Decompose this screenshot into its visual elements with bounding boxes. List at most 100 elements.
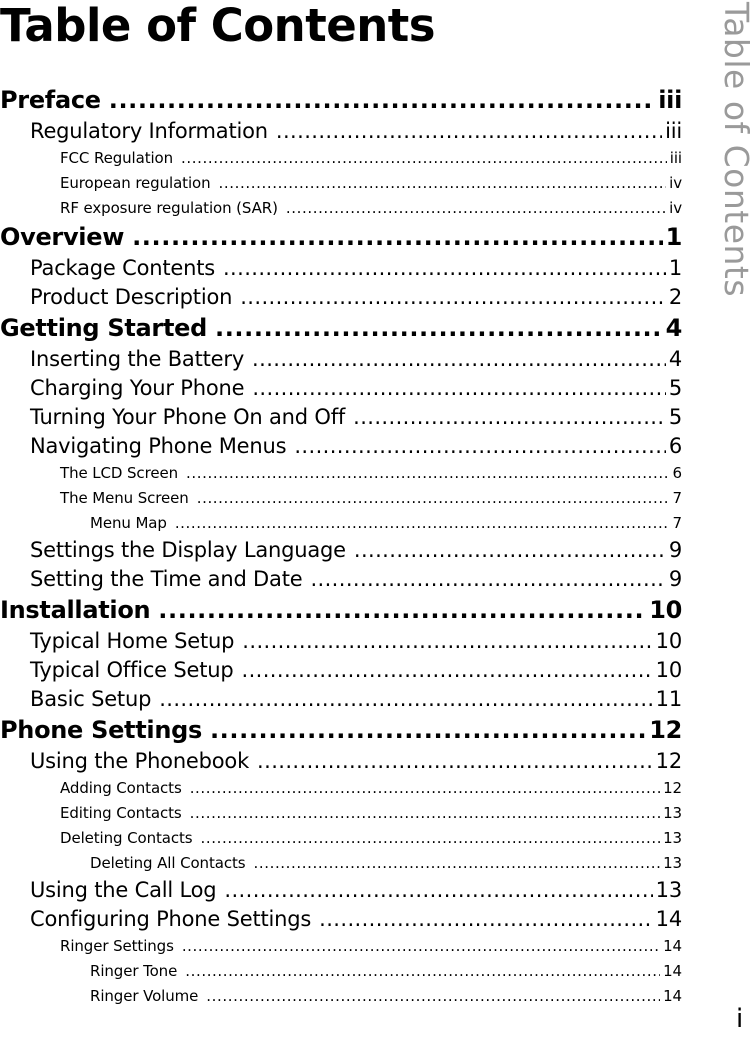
toc-entry-level-2[interactable]: Charging Your Phone 5 [0,374,682,403]
toc-entry-title: RF exposure regulation (SAR) [60,199,278,217]
toc-entry-level-1[interactable]: Overview 1 [0,221,682,254]
toc-entry-level-1[interactable]: Phone Settings 12 [0,714,682,747]
dot-leader [190,801,661,826]
toc-entry-title: Basic Setup [30,687,152,711]
dot-leader [132,221,663,254]
toc-entry-page: 4 [668,347,682,371]
toc-entry-level-1[interactable]: Preface iii [0,84,682,117]
toc-entry-level-2[interactable]: Package Contents 1 [0,254,682,283]
dot-leader [353,403,666,432]
dot-leader [159,685,652,714]
toc-entry-title: Deleting All Contacts [90,854,246,872]
dot-leader [252,345,666,374]
toc-entry-page: iii [665,119,682,143]
toc-entry-title: Adding Contacts [60,779,182,797]
toc-entry-level-4[interactable]: Deleting All Contacts 13 [0,851,682,876]
dot-leader [215,312,663,345]
toc-entry-title: Installation [0,596,151,624]
toc-entry-level-2[interactable]: Configuring Phone Settings 14 [0,905,682,934]
toc-entry-title: Deleting Contacts [60,829,193,847]
toc-entry-level-4[interactable]: Menu Map 7 [0,511,682,536]
toc-entry-level-2[interactable]: Typical Home Setup 10 [0,627,682,656]
toc-entry-page: 12 [649,716,682,744]
dot-leader [181,146,667,171]
dot-leader [354,536,666,565]
page-number: i [736,1004,744,1034]
toc-entry-level-3[interactable]: Ringer Settings 14 [0,934,682,959]
toc-entry-title: Ringer Tone [90,962,178,980]
toc-entry-title: Typical Office Setup [30,658,234,682]
toc-entry-page: 13 [663,804,682,822]
dot-leader [182,934,660,959]
toc-entry-page: 14 [663,962,682,980]
dot-leader [190,776,660,801]
toc-entry-level-2[interactable]: Typical Office Setup 10 [0,656,682,685]
toc-entry-level-3[interactable]: Deleting Contacts 13 [0,826,682,851]
toc-entry-title: Menu Map [90,514,167,532]
toc-entry-page: 4 [665,314,683,342]
toc-entry-title: Package Contents [30,256,215,280]
page-title: Table of Contents [0,0,436,52]
dot-leader [210,714,646,747]
toc-entry-level-3[interactable]: The LCD Screen 6 [0,461,682,486]
toc-entry-page: 10 [655,658,683,682]
toc-entry-level-2[interactable]: Inserting the Battery 4 [0,345,682,374]
toc-entry-level-3[interactable]: Adding Contacts 12 [0,776,682,801]
dot-leader [276,117,662,146]
toc-entry-page: 5 [668,376,682,400]
toc-entry-level-1[interactable]: Getting Started 4 [0,312,682,345]
toc-entry-page: iv [669,174,682,192]
toc-entry-level-3[interactable]: FCC Regulation iii [0,146,682,171]
toc-entry-page: 5 [668,405,682,429]
toc-entry-page: 7 [672,489,683,507]
dot-leader [257,747,653,776]
toc-entry-title: Setting the Time and Date [30,567,303,591]
dot-leader [310,565,665,594]
toc-entry-level-2[interactable]: Settings the Display Language 9 [0,536,682,565]
toc-entry-level-2[interactable]: Basic Setup 11 [0,685,682,714]
toc-entry-level-2[interactable]: Product Description 2 [0,283,682,312]
toc-entry-level-1[interactable]: Installation 10 [0,594,682,627]
dot-leader [252,374,665,403]
toc-entry-page: iii [669,149,682,167]
dot-leader [224,876,652,905]
toc-entry-page: 9 [668,538,682,562]
toc-entry-level-3[interactable]: European regulation iv [0,171,682,196]
toc-entry-level-4[interactable]: Ringer Tone 14 [0,959,682,984]
toc-entry-page: 10 [655,629,683,653]
toc-entry-title: The Menu Screen [60,489,189,507]
toc-entry-level-2[interactable]: Turning Your Phone On and Off 5 [0,403,682,432]
toc-entry-level-2[interactable]: Using the Call Log 13 [0,876,682,905]
dot-leader [319,905,653,934]
dot-leader [175,511,670,536]
toc-entry-level-3[interactable]: RF exposure regulation (SAR) iv [0,196,682,221]
toc-entry-level-4[interactable]: Ringer Volume 14 [0,984,682,1009]
toc-entry-page: 1 [668,256,682,280]
dot-leader [240,283,666,312]
toc-entry-page: 14 [655,907,683,931]
toc-entry-page: 14 [663,987,682,1005]
toc-entry-title: Navigating Phone Menus [30,434,287,458]
toc-entry-title: Editing Contacts [60,804,182,822]
toc-entry-page: 13 [655,878,683,902]
toc-entry-level-2[interactable]: Regulatory Information iii [0,117,682,146]
toc-entry-title: Phone Settings [0,716,202,744]
toc-entry-level-3[interactable]: Editing Contacts 13 [0,801,682,826]
toc-entry-level-2[interactable]: Navigating Phone Menus 6 [0,432,682,461]
toc-entry-level-2[interactable]: Using the Phonebook 12 [0,747,682,776]
toc-entry-page: 2 [668,285,682,309]
toc-entry-title: Typical Home Setup [30,629,235,653]
table-of-contents: PrefaceiiiRegulatory InformationiiiFCC R… [0,84,682,1009]
dot-leader [223,254,666,283]
toc-entry-title: Using the Call Log [30,878,217,902]
dot-leader [253,851,660,876]
toc-entry-level-2[interactable]: Setting the Time and Date 9 [0,565,682,594]
dot-leader [242,627,652,656]
dot-leader [158,594,646,627]
dot-leader [294,432,665,461]
toc-entry-page: 11 [655,687,683,711]
toc-entry-page: 12 [655,749,683,773]
toc-entry-level-3[interactable]: The Menu Screen 7 [0,486,682,511]
toc-entry-page: 6 [668,434,682,458]
toc-entry-title: Ringer Volume [90,987,199,1005]
